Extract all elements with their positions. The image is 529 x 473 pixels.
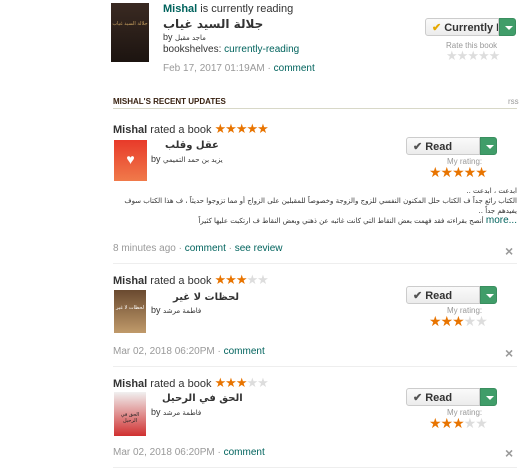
cover-title-2: لحظات لا غير <box>116 305 144 311</box>
section-divider <box>113 108 517 109</box>
book-title-3[interactable]: الحق في الرحيل <box>162 393 243 404</box>
rating-stars-header: ★★★★★ <box>214 272 269 287</box>
comment-link[interactable]: comment <box>224 346 265 357</box>
shelf-button-3[interactable]: ✔ Read <box>406 388 480 406</box>
review-line-3: يفيدهم جداً .. <box>478 207 517 215</box>
chevron-down-icon[interactable] <box>480 286 497 304</box>
shelf-link[interactable]: currently-reading <box>224 44 299 55</box>
bookshelves-line: bookshelves: currently-reading <box>163 44 299 55</box>
book-cover-3[interactable]: الحق في الرحيل <box>114 392 146 436</box>
shelf-button-label: Read <box>425 290 453 302</box>
book-cover-2[interactable]: لحظات لا غير <box>114 290 146 333</box>
rating-stars-1[interactable]: ★★★★★ <box>429 164 488 181</box>
author-link[interactable]: فاطمة مرشد <box>163 307 201 315</box>
timestamp[interactable]: Feb 17, 2017 01:19AM <box>163 63 265 74</box>
rating-stars-3[interactable]: ★★★★★ <box>429 415 488 432</box>
author-line-2: by فاطمة مرشد <box>151 305 201 315</box>
author-line-1: by يزيد بن حمد التميمي <box>151 154 223 164</box>
star-icon[interactable]: ★ <box>446 48 458 63</box>
action-text: rated a book <box>150 275 212 287</box>
book-title-2[interactable]: لحظات لا غير <box>173 292 239 303</box>
see-review-link[interactable]: see review <box>235 243 283 254</box>
divider <box>113 467 517 468</box>
action-text: rated a book <box>150 378 212 390</box>
review-text-1: ابدعت ، ابدعت .. الكتاب رائع جداً ف الكت… <box>113 186 517 226</box>
author-link[interactable]: يزيد بن حمد التميمي <box>163 156 223 164</box>
close-icon[interactable]: × <box>505 445 513 461</box>
bookshelves-label: bookshelves: <box>163 44 222 55</box>
author-link[interactable]: ماجد مقبل <box>175 34 206 42</box>
star-icon[interactable]: ★ <box>467 48 479 63</box>
check-icon: ✔ <box>432 22 442 34</box>
check-icon: ✔ <box>413 141 423 153</box>
divider <box>113 366 517 367</box>
timestamp[interactable]: Mar 02, 2018 06:20PM <box>113 346 215 357</box>
user-link[interactable]: Mishal <box>113 275 147 287</box>
divider <box>113 263 517 264</box>
comment-link[interactable]: comment <box>274 63 315 74</box>
rating-stars-2[interactable]: ★★★★★ <box>429 313 488 330</box>
book-cover-current[interactable]: جلالة السيد غياب <box>111 3 149 62</box>
rating-stars-header: ★★★★★ <box>214 121 269 136</box>
update-1-meta: 8 minutes ago · comment · see review <box>113 243 283 254</box>
rating-stars-current[interactable]: ★★★★★ <box>446 48 501 64</box>
star-icon[interactable]: ★ <box>478 48 490 63</box>
comment-link[interactable]: comment <box>185 243 226 254</box>
shelf-button-current[interactable]: ✔Currently Re... <box>425 18 499 36</box>
section-title: MISHAL'S RECENT UPDATES <box>113 97 226 106</box>
comment-link[interactable]: comment <box>224 447 265 458</box>
by-label: by <box>163 32 173 42</box>
star-icon[interactable]: ★ <box>489 48 501 63</box>
review-line-4-wrap: ...more أنصح بقراءته فقد فهمت بعض النقاط… <box>113 216 517 226</box>
shelf-button-label: Currently Re... <box>444 22 498 34</box>
user-link[interactable]: Mishal <box>113 378 147 390</box>
review-line-2: الكتاب رائع جداً ف الكتاب حلل المكنون ال… <box>124 197 517 205</box>
status-text: is currently reading <box>200 3 294 15</box>
check-icon: ✔ <box>413 290 423 302</box>
current-meta: Feb 17, 2017 01:19AM · comment <box>163 63 315 74</box>
update-2-meta: Mar 02, 2018 06:20PM · comment <box>113 346 265 357</box>
author-link[interactable]: فاطمة مرشد <box>163 409 201 417</box>
star-icon[interactable]: ★ <box>457 48 469 63</box>
book-cover-1[interactable]: ♥ <box>114 140 147 181</box>
review-line-1: ابدعت ، ابدعت .. <box>466 187 517 195</box>
cover-title-3: الحق في الرحيل <box>120 412 140 424</box>
cover-title-current: جلالة السيد غياب <box>112 21 148 27</box>
update-2-header: Mishal rated a book ★★★★★ <box>113 272 269 288</box>
rss-link[interactable]: rss <box>508 97 519 106</box>
heart-icon: ♥ <box>126 151 135 167</box>
by-label: by <box>151 154 161 164</box>
by-label: by <box>151 305 161 315</box>
update-3-meta: Mar 02, 2018 06:20PM · comment <box>113 447 265 458</box>
review-more-link[interactable]: ...more <box>486 216 517 226</box>
book-title-1[interactable]: عقل وقلب <box>165 140 219 151</box>
shelf-button-label: Read <box>425 141 453 153</box>
by-label: by <box>151 407 161 417</box>
close-icon[interactable]: × <box>505 243 513 259</box>
action-text: rated a book <box>150 124 212 136</box>
current-author-line: by ماجد مقبل <box>163 32 206 43</box>
chevron-down-icon[interactable] <box>480 137 497 155</box>
rating-stars-header: ★★★★★ <box>214 375 269 390</box>
shelf-button-label: Read <box>425 392 453 404</box>
current-activity-line: Mishal is currently reading <box>163 3 293 15</box>
user-link[interactable]: Mishal <box>163 3 197 15</box>
review-line-4: أنصح بقراءته فقد فهمت بعض النقاط التي كا… <box>198 217 484 225</box>
check-icon: ✔ <box>413 392 423 404</box>
chevron-down-icon[interactable] <box>480 388 497 406</box>
update-3-header: Mishal rated a book ★★★★★ <box>113 375 269 391</box>
update-1-header: Mishal rated a book ★★★★★ <box>113 121 269 137</box>
user-link[interactable]: Mishal <box>113 124 147 136</box>
author-line-3: by فاطمة مرشد <box>151 407 201 417</box>
chevron-down-icon[interactable] <box>499 18 516 36</box>
current-book-title[interactable]: جلالة السيد غياب <box>163 17 263 31</box>
shelf-button-1[interactable]: ✔ Read <box>406 137 480 155</box>
timestamp[interactable]: Mar 02, 2018 06:20PM <box>113 447 215 458</box>
shelf-button-2[interactable]: ✔ Read <box>406 286 480 304</box>
close-icon[interactable]: × <box>505 345 513 361</box>
timestamp[interactable]: 8 minutes ago <box>113 243 176 254</box>
